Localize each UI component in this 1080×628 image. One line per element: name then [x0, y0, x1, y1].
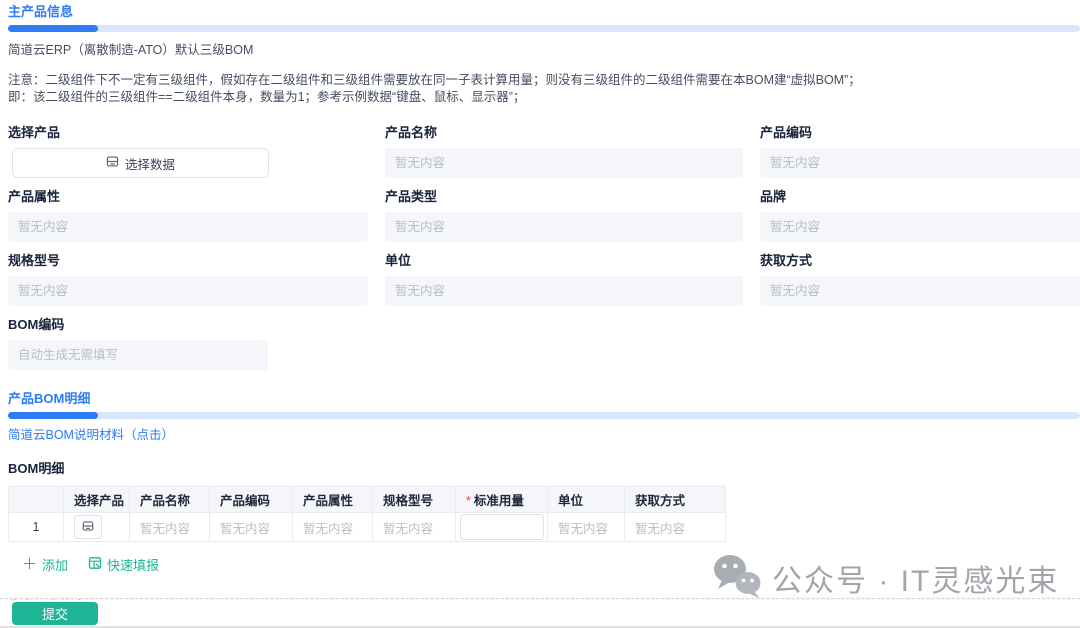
col-header-index: [9, 487, 64, 513]
row-cell-method: 暂无内容: [625, 513, 726, 542]
col-header-unit: 单位: [548, 487, 625, 513]
database-icon: [106, 155, 119, 171]
plus-icon: ＋: [22, 558, 37, 572]
form-note-line2: 即：该二级组件的三级组件==二级组件本身，数量为1；参考示例数据“键盘、鼠标、显…: [8, 89, 1080, 106]
std-qty-input[interactable]: [460, 514, 544, 540]
form-subtitle: 简道云ERP（离散制造-ATO）默认三级BOM: [8, 42, 1080, 58]
field-label-product-type: 产品类型: [385, 190, 743, 204]
quick-fill-label: 快速填报: [107, 555, 159, 574]
field-label-method: 获取方式: [760, 254, 1080, 268]
row-cell-product-attr: 暂无内容: [293, 513, 373, 542]
field-label-product-code: 产品编码: [760, 126, 1080, 140]
field-label-brand: 品牌: [760, 190, 1080, 204]
section-title-bom-detail: 产品BOM明细: [8, 392, 1080, 406]
select-data-button-label: 选择数据: [125, 154, 175, 173]
row-cell-spec: 暂无内容: [373, 513, 456, 542]
field-select-product: 选择产品 选择数据: [8, 126, 368, 178]
section-title-main-product: 主产品信息: [8, 5, 1080, 19]
form-note: 注意：二级组件下不一定有三级组件，假如存在二级组件和三级组件需要放在同一子表计算…: [8, 72, 1080, 106]
submit-button[interactable]: 提交: [12, 602, 98, 625]
field-product-attr: 产品属性 暂无内容: [8, 190, 368, 242]
field-label-bom-code: BOM编码: [8, 318, 368, 332]
page-cut-divider: [0, 598, 1080, 599]
row-index: 1: [9, 513, 64, 542]
field-brand: 品牌 暂无内容: [760, 190, 1080, 242]
section-divider-bar-fill: [8, 25, 98, 32]
quick-fill-icon: [88, 556, 102, 573]
bom-table-row: 1 暂无内容 暂无内容 暂无内容 暂无内容 暂无内容 暂无内容: [9, 513, 726, 542]
col-header-product-attr: 产品属性: [293, 487, 373, 513]
section-divider-bar: [8, 412, 1080, 419]
row-cell-product-code: 暂无内容: [210, 513, 293, 542]
field-label-unit: 单位: [385, 254, 743, 268]
section-main-product: 主产品信息 简道云ERP（离散制造-ATO）默认三级BOM 注意：二级组件下不一…: [0, 0, 1080, 370]
bom-code-field: 自动生成无需填写: [8, 340, 268, 370]
form-note-line1: 注意：二级组件下不一定有三级组件，假如存在二级组件和三级组件需要放在同一子表计算…: [8, 72, 1080, 89]
row-cell-product-name: 暂无内容: [130, 513, 210, 542]
bom-doc-link[interactable]: 简道云BOM说明材料（点击）: [8, 428, 174, 443]
unit-field: 暂无内容: [385, 276, 743, 306]
footer-bar: 提交: [0, 600, 1080, 628]
bom-table-header-row: 选择产品 产品名称 产品编码 产品属性 规格型号 *标准用量 单位 获取方式: [9, 487, 726, 513]
table-actions: ＋ 添加 快速填报: [22, 555, 1080, 574]
add-row-label: 添加: [42, 555, 68, 574]
col-header-std-qty: *标准用量: [456, 487, 548, 513]
field-product-code: 产品编码 暂无内容: [760, 126, 1080, 178]
section-bom-detail: 产品BOM明细 简道云BOM说明材料（点击） BOM明细 选择产品 产品名称 产…: [0, 392, 1080, 574]
col-header-select-product: 选择产品: [64, 487, 130, 513]
database-icon: [82, 520, 94, 535]
bom-detail-table: 选择产品 产品名称 产品编码 产品属性 规格型号 *标准用量 单位 获取方式 1: [8, 486, 726, 542]
section-divider-bar: [8, 25, 1080, 32]
col-header-method: 获取方式: [625, 487, 726, 513]
field-method: 获取方式 暂无内容: [760, 254, 1080, 306]
quick-fill-button[interactable]: 快速填报: [88, 555, 159, 574]
col-header-spec: 规格型号: [373, 487, 456, 513]
field-spec: 规格型号 暂无内容: [8, 254, 368, 306]
field-product-type: 产品类型 暂无内容: [385, 190, 743, 242]
field-label-product-attr: 产品属性: [8, 190, 368, 204]
bom-table-label: BOM明细: [8, 458, 1080, 477]
row-cell-unit: 暂无内容: [548, 513, 625, 542]
field-label-select-product: 选择产品: [8, 126, 368, 140]
field-label-spec: 规格型号: [8, 254, 368, 268]
spec-field: 暂无内容: [8, 276, 368, 306]
brand-field: 暂无内容: [760, 212, 1080, 242]
col-header-product-name: 产品名称: [130, 487, 210, 513]
form-page: 主产品信息 简道云ERP（离散制造-ATO）默认三级BOM 注意：二级组件下不一…: [0, 0, 1080, 628]
section-divider-bar-fill: [8, 412, 98, 419]
required-mark: *: [466, 494, 471, 508]
field-product-name: 产品名称 暂无内容: [385, 126, 743, 178]
product-attr-field: 暂无内容: [8, 212, 368, 242]
product-code-field: 暂无内容: [760, 148, 1080, 178]
product-name-field: 暂无内容: [385, 148, 743, 178]
col-header-product-code: 产品编码: [210, 487, 293, 513]
field-bom-code: BOM编码 自动生成无需填写: [8, 318, 368, 370]
field-label-product-name: 产品名称: [385, 126, 743, 140]
field-unit: 单位 暂无内容: [385, 254, 743, 306]
method-field: 暂无内容: [760, 276, 1080, 306]
product-type-field: 暂无内容: [385, 212, 743, 242]
row-select-data-button[interactable]: [74, 515, 102, 539]
select-data-button[interactable]: 选择数据: [12, 148, 269, 178]
add-row-button[interactable]: ＋ 添加: [22, 555, 68, 574]
